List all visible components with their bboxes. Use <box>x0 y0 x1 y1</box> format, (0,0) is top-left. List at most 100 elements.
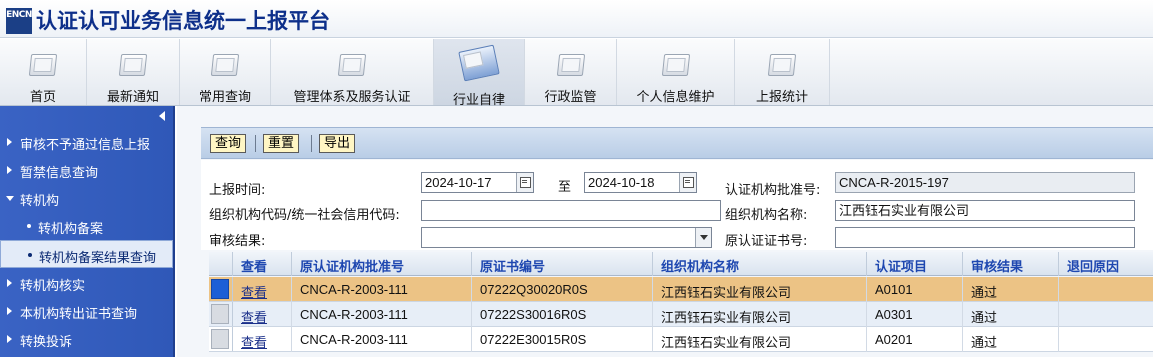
cert-body-no-label: 认证机构批准号: <box>725 183 821 198</box>
chevron-down-icon <box>6 196 14 201</box>
sidebar-item-transfer-body[interactable]: 转机构 <box>0 184 173 212</box>
nav-home[interactable]: 首页 <box>0 39 87 105</box>
cell-text: CNCA-R-2003-111 <box>300 332 408 347</box>
row-selector[interactable] <box>209 327 233 351</box>
calendar-icon[interactable] <box>516 173 533 192</box>
org-code-field[interactable] <box>421 200 721 221</box>
top-nav: 首页 最新通知 常用查询 管理体系及服务认证 行业自律 行政监管 个人信息维护 … <box>0 39 1153 108</box>
nav-label: 首页 <box>29 90 56 105</box>
date-from-value: 2024-10-17 <box>425 175 492 190</box>
nav-latest-notice[interactable]: 最新通知 <box>87 39 180 105</box>
sidebar-item-audit-reject-report[interactable]: 审核不予通过信息上报 <box>0 128 173 156</box>
sidebar-item-label: 暂禁信息查询 <box>20 166 99 181</box>
sidebar-item-transfer-verify[interactable]: 转机构核实 <box>0 269 173 297</box>
chevron-down-icon[interactable] <box>695 228 711 247</box>
export-button[interactable]: 导出 <box>319 134 356 153</box>
reset-button[interactable]: 重置 <box>263 134 300 153</box>
report-time-label: 上报时间: <box>209 183 266 198</box>
sidebar-item-label: 审核不予通过信息上报 <box>20 138 151 153</box>
sidebar-item-transfer-filing-result[interactable]: 转机构备案结果查询 <box>0 240 173 268</box>
org-name-field[interactable]: 江西钰石实业有限公司 <box>835 200 1135 221</box>
cell-text: 通过 <box>971 310 998 325</box>
query-button[interactable]: 查询 <box>210 134 247 153</box>
sidebar-collapse-toggle[interactable] <box>0 106 173 126</box>
cell-return-reason <box>1059 327 1153 352</box>
grid-header-return-reason[interactable]: 退回原因 <box>1059 252 1153 276</box>
nav-report-statistics[interactable]: 上报统计 <box>735 39 830 105</box>
bullet-icon <box>28 253 32 257</box>
date-to-value: 2024-10-18 <box>588 175 655 190</box>
row-selector[interactable] <box>209 302 233 326</box>
date-from-field[interactable]: 2024-10-17 <box>421 172 534 193</box>
nav-industry-self-discipline[interactable]: 行业自律 <box>434 39 525 108</box>
main-content: 查询 重置 导出 上报时间: 2024-10-17 至 2024-10-18 认… <box>177 106 1153 357</box>
cell-orig-cert-no: 07222S30016R0S <box>472 302 653 327</box>
sidebar-item-suspension-query[interactable]: 暂禁信息查询 <box>0 156 173 184</box>
bullet-icon <box>27 224 31 228</box>
grid-header-org-name[interactable]: 组织机构名称 <box>653 252 867 276</box>
orig-cert-no-label: 原认证证书号: <box>725 234 808 249</box>
results-grid: 查看 原认证机构批准号 原证书编号 组织机构名称 认证项目 审核结果 退回原因 … <box>209 252 1153 357</box>
cell-orig-cert-no: 07222Q30020R0S <box>472 277 653 302</box>
cell-orig-body-no: CNCA-R-2003-111 <box>292 277 472 302</box>
view-link[interactable]: 查看 <box>241 307 267 326</box>
orig-cert-no-field[interactable] <box>835 227 1135 248</box>
app-title: 认证认可业务信息统一上报平台 <box>36 8 330 33</box>
nav-personal-info[interactable]: 个人信息维护 <box>617 39 735 105</box>
cell-result: 通过 <box>963 327 1059 352</box>
grid-header-orig-cert-no[interactable]: 原证书编号 <box>472 252 653 276</box>
table-row[interactable]: 查看 CNCA-R-2003-111 07222E30015R0S 江西钰石实业… <box>209 327 1153 352</box>
view-link[interactable]: 查看 <box>241 282 267 301</box>
nav-label: 行政监管 <box>544 90 597 105</box>
grid-header-orig-body-no[interactable]: 原认证机构批准号 <box>292 252 472 276</box>
grid-header-result[interactable]: 审核结果 <box>963 252 1059 276</box>
cell-text: 通过 <box>971 285 998 300</box>
column-label: 查看 <box>241 260 268 275</box>
sidebar-item-outgoing-cert-query[interactable]: 本机构转出证书查询 <box>0 297 173 325</box>
folder-icon <box>556 54 585 76</box>
row-indicator <box>211 304 229 324</box>
column-label: 原证书编号 <box>480 260 546 275</box>
cell-text: 07222S30016R0S <box>480 307 587 322</box>
chevron-right-icon <box>7 166 12 174</box>
grid-header-project[interactable]: 认证项目 <box>867 252 963 276</box>
org-name-label: 组织机构名称: <box>725 208 808 223</box>
table-row[interactable]: 查看 CNCA-R-2003-111 07222Q30020R0S 江西钰石实业… <box>209 277 1153 302</box>
folder-icon <box>661 54 690 76</box>
view-link[interactable]: 查看 <box>241 332 267 351</box>
sidebar-item-transfer-filing[interactable]: 转机构备案 <box>0 212 173 240</box>
nav-common-query[interactable]: 常用查询 <box>180 39 271 105</box>
nav-management-system[interactable]: 管理体系及服务认证 <box>271 39 434 105</box>
toolbar: 查询 重置 导出 <box>201 127 1153 159</box>
cert-body-no-value: CNCA-R-2015-197 <box>839 175 949 190</box>
folder-icon <box>767 54 797 76</box>
folder-icon <box>337 54 367 76</box>
column-label: 组织机构名称 <box>661 260 740 275</box>
table-row[interactable]: 查看 CNCA-R-2003-111 07222S30016R0S 江西钰石实业… <box>209 302 1153 327</box>
cell-project: A0201 <box>867 327 963 352</box>
cell-text: A0301 <box>875 307 913 322</box>
date-to-field[interactable]: 2024-10-18 <box>584 172 697 193</box>
audit-result-label: 审核结果: <box>209 234 266 249</box>
toolbar-separator <box>311 135 312 152</box>
nav-administrative-supervision[interactable]: 行政监管 <box>525 39 617 105</box>
cell-result: 通过 <box>963 277 1059 302</box>
cell-orig-body-no: CNCA-R-2003-111 <box>292 302 472 327</box>
nav-label: 上报统计 <box>755 90 808 105</box>
cell-orig-cert-no: 07222E30015R0S <box>472 327 653 352</box>
cell-view: 查看 <box>233 302 292 327</box>
cell-text: 07222Q30020R0S <box>480 282 588 297</box>
cell-org-name: 江西钰石实业有限公司 <box>653 327 867 352</box>
sidebar-item-label: 转机构 <box>20 194 60 209</box>
cell-text: CNCA-R-2003-111 <box>300 282 408 297</box>
audit-result-select[interactable] <box>421 227 712 248</box>
folder-icon <box>28 54 58 76</box>
sidebar-item-transfer-complaint[interactable]: 转换投诉 <box>0 325 173 353</box>
calendar-icon[interactable] <box>679 173 696 192</box>
chevron-right-icon <box>7 138 12 146</box>
sidebar-item-label: 转机构备案结果查询 <box>39 251 157 266</box>
cell-return-reason <box>1059 277 1153 302</box>
grid-header-view[interactable]: 查看 <box>233 252 292 276</box>
row-selector[interactable] <box>209 277 233 301</box>
cell-project: A0101 <box>867 277 963 302</box>
